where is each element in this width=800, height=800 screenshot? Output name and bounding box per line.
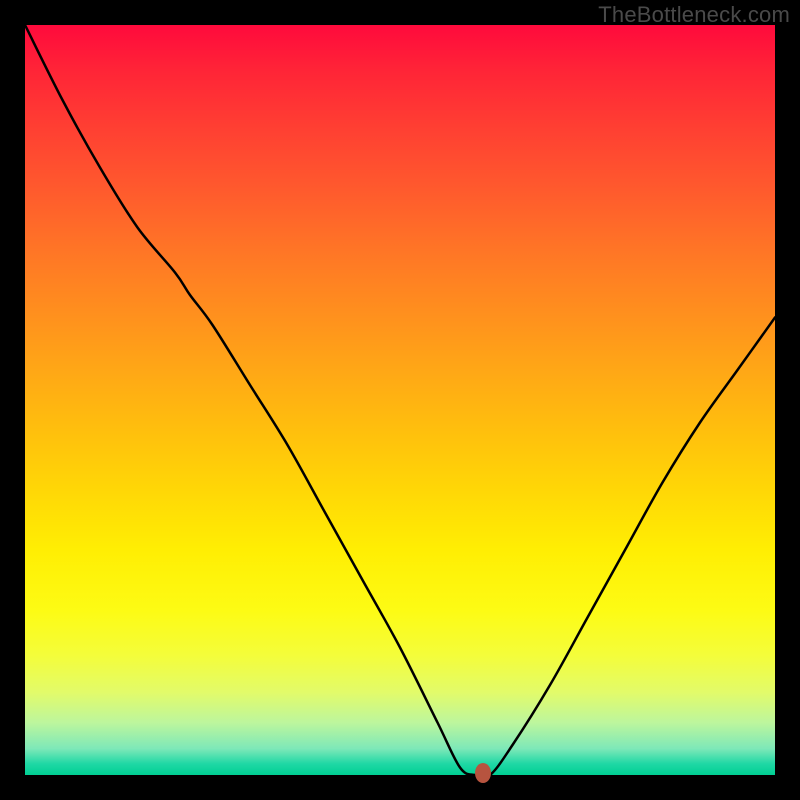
attribution-text: TheBottleneck.com <box>598 2 790 28</box>
optimal-point-marker <box>475 763 491 783</box>
plot-area <box>25 25 775 775</box>
chart-frame: TheBottleneck.com <box>0 0 800 800</box>
bottleneck-curve <box>25 25 775 775</box>
